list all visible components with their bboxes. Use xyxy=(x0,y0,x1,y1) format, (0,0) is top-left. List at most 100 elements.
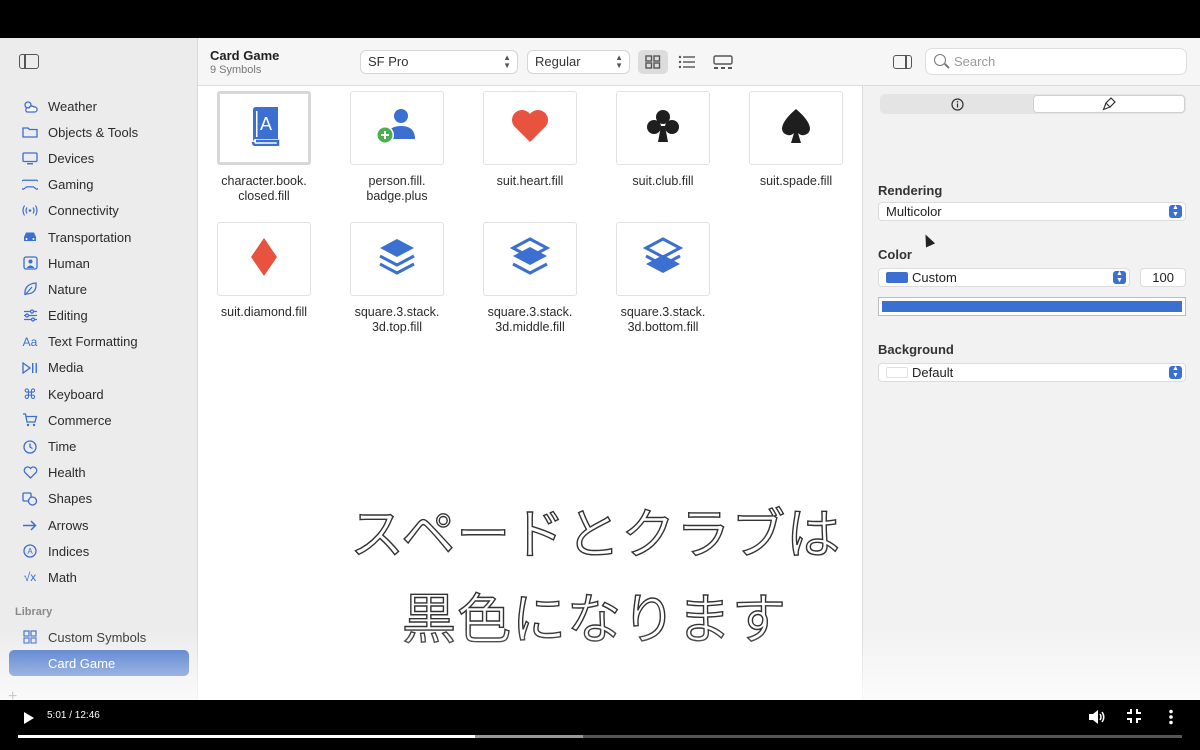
sidebar-item-human[interactable]: Human xyxy=(9,250,189,276)
sidebar-item-objects-tools[interactable]: Objects & Tools xyxy=(9,119,189,145)
sidebar-item-label: Objects & Tools xyxy=(48,124,139,140)
circle-a-icon: A xyxy=(22,544,38,558)
symbol-cell[interactable]: Acharacter.book. closed.fill xyxy=(197,91,331,204)
sidebar-item-gaming[interactable]: Gaming xyxy=(9,172,189,198)
video-controls: 5:01 / 12:46 xyxy=(0,700,1200,750)
cart-icon xyxy=(22,413,38,427)
symbol-tile[interactable] xyxy=(483,222,577,296)
inspector-tabs xyxy=(880,94,1186,114)
sidebar-item-label: Shapes xyxy=(48,491,93,507)
sidebar-item-commerce[interactable]: Commerce xyxy=(9,407,189,433)
sidebar-item-keyboard[interactable]: ⌘ Keyboard xyxy=(9,381,189,407)
info-tab[interactable] xyxy=(881,95,1033,113)
toolbar: Card Game 9 Symbols SF Pro ▲ ▼ Regular ▲ ▼ xyxy=(198,38,1200,86)
symbol-tile[interactable] xyxy=(217,222,311,296)
customize-tab[interactable] xyxy=(1033,95,1185,113)
volume-icon[interactable] xyxy=(1088,709,1106,729)
time-display: 5:01 / 12:46 xyxy=(47,710,100,721)
weight-value: Regular xyxy=(535,54,581,69)
person-badge-plus-icon xyxy=(373,106,421,151)
symbol-tile[interactable] xyxy=(616,222,710,296)
inspector-toggle-icon[interactable] xyxy=(893,55,912,69)
sidebar-item-label: Commerce xyxy=(48,412,112,428)
more-options-icon[interactable] xyxy=(1168,709,1174,729)
symbol-cell[interactable]: suit.diamond.fill xyxy=(197,222,331,320)
grid-view-button[interactable] xyxy=(638,50,668,74)
sidebar-item-time[interactable]: Time xyxy=(9,433,189,459)
symbol-tile[interactable] xyxy=(350,91,444,165)
play-icon[interactable] xyxy=(24,712,34,724)
sidebar-item-editing[interactable]: Editing xyxy=(9,303,189,329)
symbol-name: square.3.stack. 3d.bottom.fill xyxy=(620,305,706,334)
list-view-button[interactable] xyxy=(672,50,702,74)
stack-top-icon xyxy=(377,237,417,282)
search-icon xyxy=(934,54,946,66)
sidebar-item-label: Time xyxy=(48,439,77,455)
opacity-field[interactable]: 100 xyxy=(1140,268,1186,287)
rendering-popup[interactable]: Multicolor ▲ ▼ xyxy=(878,202,1186,221)
weight-popup[interactable]: Regular ▲ ▼ xyxy=(527,50,630,74)
font-popup[interactable]: SF Pro ▲ ▼ xyxy=(360,50,518,74)
cloud-sun-icon xyxy=(22,99,38,113)
sidebar-item-arrows[interactable]: Arrows xyxy=(9,512,189,538)
sidebar-item-label: Nature xyxy=(48,281,88,297)
color-well[interactable] xyxy=(878,297,1186,316)
font-value: SF Pro xyxy=(368,54,409,69)
symbol-tile[interactable] xyxy=(483,91,577,165)
exit-fullscreen-icon[interactable] xyxy=(1127,709,1141,727)
progress-bar[interactable] xyxy=(18,735,1182,738)
club-icon xyxy=(645,108,681,149)
spade-icon xyxy=(778,107,814,150)
sidebar: Weather Objects & Tools Devices Gaming Conne… xyxy=(0,38,198,712)
sidebar-item-devices[interactable]: Devices xyxy=(9,145,189,171)
symbol-cell[interactable]: suit.spade.fill xyxy=(729,91,863,189)
sidebar-item-shapes[interactable]: Shapes xyxy=(9,486,189,512)
symbol-count: 9 Symbols xyxy=(210,64,262,76)
gamecontroller-icon xyxy=(22,178,38,192)
symbol-cell[interactable]: suit.heart.fill xyxy=(463,91,597,189)
color-label: Color xyxy=(878,247,912,262)
symbol-cell[interactable]: square.3.stack. 3d.middle.fill xyxy=(463,222,597,335)
sidebar-item-indices[interactable]: A Indices xyxy=(9,538,189,564)
sidebar-item-connectivity[interactable]: Connectivity xyxy=(9,198,189,224)
sidebar-item-health[interactable]: Health xyxy=(9,460,189,486)
background-popup[interactable]: Default ▲ ▼ xyxy=(878,363,1186,382)
sidebar-item-transportation[interactable]: Transportation xyxy=(9,224,189,250)
sidebar-item-label: Math xyxy=(48,569,77,585)
symbol-tile[interactable] xyxy=(350,222,444,296)
symbol-cell[interactable]: square.3.stack. 3d.bottom.fill xyxy=(596,222,730,335)
sidebar-item-nature[interactable]: Nature xyxy=(9,276,189,302)
antenna-icon xyxy=(22,204,38,218)
symbol-tile[interactable]: A xyxy=(217,91,311,165)
chevron-updown-icon: ▲ ▼ xyxy=(1169,204,1182,218)
symbol-tile[interactable] xyxy=(749,91,843,165)
info-icon xyxy=(950,97,964,111)
search-field[interactable]: Search xyxy=(925,48,1187,75)
background-swatch xyxy=(886,367,908,378)
shapes-icon xyxy=(22,492,38,506)
sidebar-item-text-formatting[interactable]: Aa Text Formatting xyxy=(9,329,189,355)
diamond-icon xyxy=(249,237,279,282)
sidebar-item-label: Text Formatting xyxy=(48,334,138,350)
symbol-cell[interactable]: suit.club.fill xyxy=(596,91,730,189)
color-swatch xyxy=(886,272,908,283)
symbol-tile[interactable] xyxy=(616,91,710,165)
color-value: Custom xyxy=(912,270,957,285)
sidebar-item-weather[interactable]: Weather xyxy=(9,93,189,119)
library-header: Library xyxy=(15,606,53,618)
sliders-icon xyxy=(22,309,38,323)
stack-middle-icon xyxy=(509,236,551,282)
inspector-panel: Rendering Multicolor ▲ ▼ Color Custom ▲ ▼ … xyxy=(862,86,1200,712)
symbol-name: square.3.stack. 3d.top.fill xyxy=(354,305,440,334)
sidebar-toggle-icon[interactable] xyxy=(19,54,39,69)
sidebar-item-label: Indices xyxy=(48,543,90,559)
background-value: Default xyxy=(912,365,954,380)
sidebar-item-media[interactable]: Media xyxy=(9,355,189,381)
sidebar-item-math[interactable]: √x Math xyxy=(9,564,189,590)
text-format-icon: Aa xyxy=(22,334,38,349)
symbol-name: character.book. closed.fill xyxy=(221,174,307,203)
color-popup[interactable]: Custom ▲ ▼ xyxy=(878,268,1130,287)
symbol-cell[interactable]: square.3.stack. 3d.top.fill xyxy=(330,222,464,335)
gallery-view-button[interactable] xyxy=(708,50,738,74)
symbol-cell[interactable]: person.fill. badge.plus xyxy=(330,91,464,204)
